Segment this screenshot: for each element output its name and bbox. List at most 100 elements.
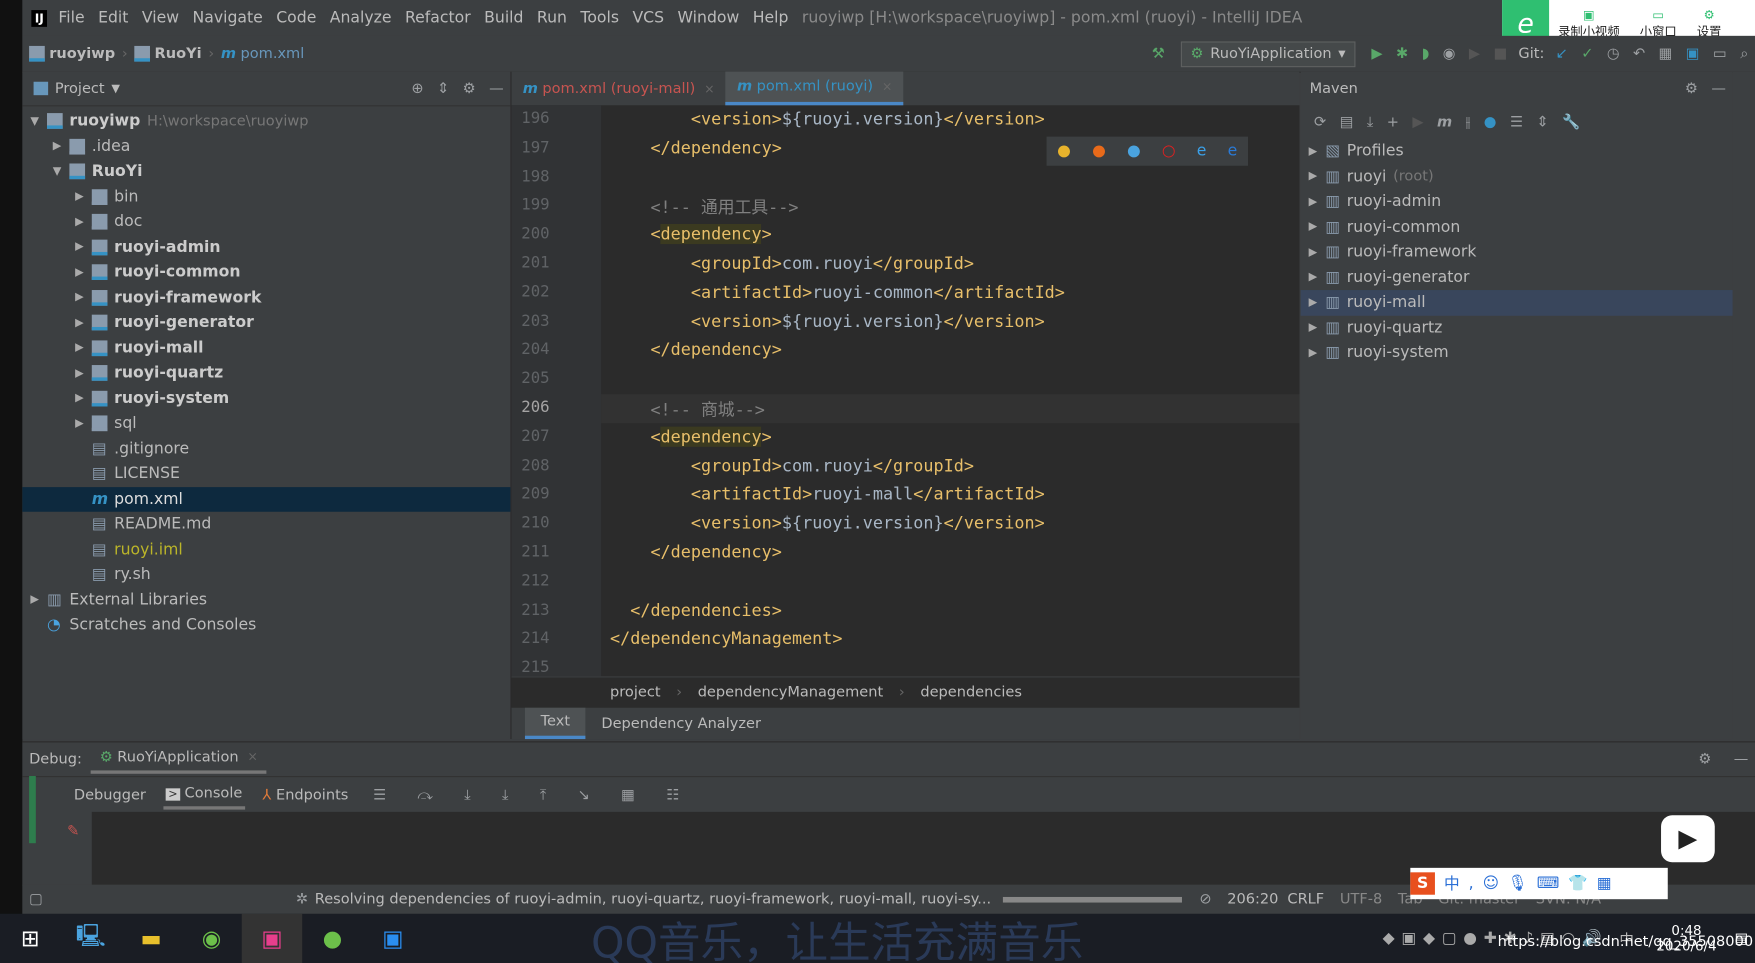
build-hammer-icon[interactable]: ⚒ (1152, 45, 1165, 62)
tree-item[interactable]: ▤ .gitignore (22, 436, 510, 461)
step-out-icon[interactable]: ⤒ (540, 787, 546, 804)
tab-endpoints[interactable]: ⅄ Endpoints (262, 787, 348, 804)
run-icon[interactable]: ▶ (1412, 114, 1423, 131)
show-dependencies-icon[interactable]: ☰ (1510, 114, 1523, 131)
chevron-right-icon[interactable]: ▶ (72, 367, 88, 379)
menu-view[interactable]: View (142, 9, 179, 27)
skin-icon[interactable]: 👕 (1568, 875, 1588, 893)
maven-project-item[interactable]: ▶ ▥ ruoyi-framework (1301, 240, 1733, 265)
revert-icon[interactable]: ↶ (1633, 45, 1645, 62)
chevron-right-icon[interactable]: ▶ (72, 417, 88, 429)
terminal-icon[interactable]: ▭ (1713, 45, 1727, 62)
file-explorer-icon[interactable]: ▬ (121, 914, 181, 963)
chrome-icon[interactable]: ● (1057, 142, 1071, 160)
coverage-icon[interactable]: ◗ (1422, 45, 1430, 62)
tree-item[interactable]: ◔ Scratches and Consoles (22, 613, 510, 638)
maven-project-item[interactable]: ▶ ▥ ruoyi-system (1301, 340, 1733, 365)
maven-project-item[interactable]: ▶ ▥ ruoyi-admin (1301, 189, 1733, 214)
toolbox-icon[interactable]: ▦ (1597, 875, 1612, 893)
menu-navigate[interactable]: Navigate (193, 9, 263, 27)
line-separator[interactable]: CRLF (1287, 891, 1324, 908)
wrench-icon[interactable]: 🔧 (1562, 114, 1580, 131)
tab-text[interactable]: Text (524, 707, 586, 740)
close-icon[interactable]: × (704, 81, 714, 96)
git-commit-icon[interactable]: ✓ (1581, 45, 1593, 62)
menu-file[interactable]: File (58, 9, 84, 27)
tree-item[interactable]: ▤ ruoyi.iml (22, 537, 510, 562)
gear-icon[interactable]: ⚙ (1685, 80, 1698, 97)
tree-item[interactable]: ▤ ry.sh (22, 562, 510, 587)
menu-tools[interactable]: Tools (580, 9, 619, 27)
step-over-icon[interactable]: ⤼ (417, 787, 433, 804)
chevron-right-icon[interactable]: ▶ (1305, 145, 1321, 157)
tree-item[interactable]: ▶ ruoyi-quartz (22, 361, 510, 386)
maven-project-item[interactable]: ▶ ▥ ruoyi-mall (1300, 290, 1733, 316)
browser-app-icon[interactable]: ◉ (181, 914, 241, 963)
ime-mode[interactable]: 中 (1444, 872, 1460, 894)
translate-icon[interactable]: ▣ (1686, 45, 1700, 62)
tree-item[interactable]: ▶ bin (22, 184, 510, 209)
tree-item[interactable]: ▶ ruoyi-common (22, 260, 510, 285)
toggle-offline-icon[interactable]: ⫲ (1466, 114, 1471, 131)
editor-tab[interactable]: m pom.xml (ruoyi) × (725, 71, 904, 106)
crumb-project[interactable]: project (610, 684, 661, 701)
firefox-icon[interactable]: ● (1092, 142, 1106, 160)
download-icon[interactable]: ⤓ (1367, 114, 1373, 131)
debug-session-tab[interactable]: ⚙ RuoYiApplication × (90, 745, 267, 774)
chevron-right-icon[interactable]: ▶ (1305, 170, 1321, 182)
step-into-icon[interactable]: ⤓ (464, 787, 470, 804)
add-icon[interactable]: + (1387, 114, 1399, 131)
tree-item[interactable]: ▶ ruoyi-mall (22, 335, 510, 360)
tree-item[interactable]: ▶ ▥ External Libraries (22, 587, 510, 612)
caret-position[interactable]: 206:20 (1227, 891, 1278, 908)
menu-run[interactable]: Run (537, 9, 567, 27)
tree-item[interactable]: m pom.xml (22, 486, 511, 512)
maven-project-item[interactable]: ▶ ▥ ruoyi-common (1301, 214, 1733, 239)
tab-debugger[interactable]: Debugger (74, 787, 146, 804)
tab-console[interactable]: > Console (163, 781, 245, 810)
chevron-right-icon[interactable]: ▶ (72, 342, 88, 354)
minimize-icon[interactable]: — (1734, 751, 1749, 768)
chevron-right-icon[interactable]: ▶ (1305, 196, 1321, 208)
evaluate-icon[interactable]: ▦ (621, 787, 635, 804)
breadcrumb-pom[interactable]: m pom.xml (221, 45, 304, 62)
bilibili-play-icon[interactable]: ▶ (1661, 815, 1715, 863)
menu-help[interactable]: Help (753, 9, 789, 27)
clear-console-icon[interactable]: ✎ (67, 823, 79, 840)
start-icon[interactable]: ⊞ (0, 914, 60, 963)
search-icon[interactable]: ⌕ (1740, 45, 1748, 62)
minimize-icon[interactable]: — (489, 80, 504, 97)
crumb-dependencies[interactable]: dependencies (920, 684, 1022, 701)
chevron-right-icon[interactable]: ▶ (1305, 221, 1321, 233)
tree-item[interactable]: ▶ ruoyi-admin (22, 235, 510, 260)
tree-item[interactable]: ▶ doc (22, 209, 510, 234)
stop-icon[interactable]: ■ (1493, 45, 1507, 62)
chevron-right-icon[interactable]: ▶ (72, 291, 88, 303)
emoji-icon[interactable]: ☺ (1483, 875, 1499, 893)
computer-icon[interactable]: 🖳 (60, 914, 120, 963)
close-icon[interactable]: × (882, 80, 892, 95)
wechat-icon[interactable]: ● (302, 914, 362, 963)
breadcrumb-ruoyi[interactable]: RuoYi (134, 45, 202, 62)
chevron-down-icon[interactable]: ▼ (49, 165, 65, 177)
threads-icon[interactable]: ☰ (373, 787, 386, 804)
chevron-right-icon[interactable]: ▶ (49, 140, 65, 152)
tree-item[interactable]: ▶ ruoyi-system (22, 386, 510, 411)
tree-item[interactable]: ▤ LICENSE (22, 461, 510, 486)
project-structure-icon[interactable]: ▦ (1659, 45, 1673, 62)
tree-item[interactable]: ▶ sql (22, 411, 510, 436)
menu-code[interactable]: Code (276, 9, 316, 27)
chevron-right-icon[interactable]: ▶ (1305, 296, 1321, 308)
keyboard-icon[interactable]: ⌨ (1537, 875, 1560, 893)
breadcrumb-ruoyiwp[interactable]: ruoyiwp (29, 45, 115, 62)
menu-vcs[interactable]: VCS (632, 9, 664, 27)
locate-icon[interactable]: ⊕ (411, 80, 423, 97)
force-step-into-icon[interactable]: ⤓ (502, 787, 508, 804)
maven-project-item[interactable]: ▶ ▥ ruoyi-quartz (1301, 315, 1733, 340)
run-config-select[interactable]: ⚙ RuoYiApplication ▾ (1180, 40, 1356, 67)
menu-edit[interactable]: Edit (98, 9, 128, 27)
chevron-right-icon[interactable]: ▶ (72, 216, 88, 228)
chevron-right-icon[interactable]: ▶ (27, 594, 43, 606)
maven-project-item[interactable]: ▶ ▥ ruoyi-generator (1301, 265, 1733, 290)
resume-icon[interactable]: ▶ (1469, 45, 1480, 62)
